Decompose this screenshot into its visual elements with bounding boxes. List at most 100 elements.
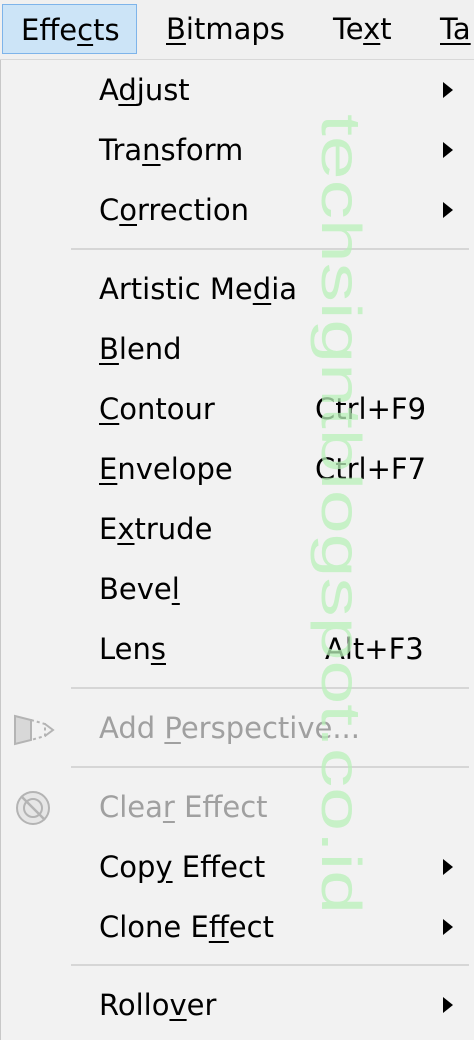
label-part: A (99, 73, 119, 107)
label-part: ia (271, 272, 298, 306)
label-mnemonic: s (150, 632, 166, 666)
label-part: rrection (137, 193, 250, 227)
menu-item-artistic-media-label: Artistic Media (99, 259, 297, 319)
menu-item-rollover[interactable]: Rollover (1, 975, 474, 1035)
submenu-arrow-icon (443, 859, 453, 875)
label-part: Add (99, 711, 165, 745)
shortcut-contour: Ctrl+F9 (315, 392, 427, 426)
menu-item-clear-effect: Clear Effect (1, 777, 474, 837)
menu-item-clone-effect[interactable]: Clone Effect (1, 897, 474, 957)
menu-item-add-perspective: Add Perspective... (1, 698, 474, 758)
label-part: sform (160, 133, 244, 167)
label-part: C (99, 193, 120, 227)
menu-item-artistic-media[interactable]: Artistic Media (1, 259, 474, 319)
menu-item-transform-label: Transform (99, 120, 243, 180)
menu-item-adjust[interactable]: Adjust (1, 60, 474, 120)
menu-item-lens[interactable]: Lens Alt+F3 (1, 619, 474, 679)
submenu-arrow-icon (443, 82, 453, 98)
menu-bitmaps[interactable]: Bitmaps (166, 4, 285, 54)
menu-item-transform[interactable]: Transform (1, 120, 474, 180)
menu-bar: Effects Bitmaps Text Ta (0, 0, 474, 60)
label-part: Clea (99, 790, 163, 824)
label-part: ontour (119, 392, 215, 426)
menu-effects-label-b: ts (93, 13, 120, 47)
label-mnemonic: l (171, 572, 180, 606)
label-part: Tra (99, 133, 143, 167)
menu-separator (71, 687, 469, 689)
menu-item-bevel-label: Bevel (99, 559, 180, 619)
menu-item-correction[interactable]: Correction (1, 180, 474, 240)
label-mnemonic: E (99, 452, 118, 486)
label-part: Beve (99, 572, 172, 606)
menu-item-rollover-label: Rollover (99, 975, 216, 1035)
label-part: er (186, 988, 217, 1022)
label-part: fect (228, 910, 274, 944)
menu-separator (71, 248, 469, 250)
label-part: Cop (99, 850, 156, 884)
label-part: trude (134, 512, 213, 546)
label-part: Artistic Me (99, 272, 253, 306)
menu-text-label-a: Te (333, 12, 364, 46)
label-part: Rollo (99, 988, 170, 1022)
label-part: just (136, 73, 190, 107)
clear-effect-icon (16, 791, 50, 825)
menu-effects-label-a: Effe (21, 13, 78, 47)
label-mnemonic: y (155, 850, 173, 884)
submenu-arrow-icon (443, 919, 453, 935)
perspective-icon (14, 714, 55, 746)
label-mnemonic: B (99, 332, 119, 366)
menu-table-mnemonic: Ta (440, 12, 471, 46)
label-part: Clone E (99, 910, 209, 944)
menu-item-contour[interactable]: Contour Ctrl+F9 (1, 379, 474, 439)
menu-item-lens-label: Lens (99, 619, 166, 679)
menu-item-extrude-label: Extrude (99, 499, 212, 559)
menu-item-correction-label: Correction (99, 180, 249, 240)
shortcut-lens: Alt+F3 (325, 632, 424, 666)
label-part: lend (118, 332, 182, 366)
label-mnemonic: C (99, 392, 120, 426)
menu-item-envelope-label: Envelope (99, 439, 233, 499)
menu-table[interactable]: Ta (440, 4, 471, 54)
menu-text[interactable]: Text (333, 4, 392, 54)
menu-effects[interactable]: Effects (2, 4, 137, 54)
label-mnemonic: P (164, 711, 181, 745)
label-mnemonic: x (117, 512, 135, 546)
menu-text-mnemonic: x (363, 12, 381, 46)
label-part: erspective... (180, 711, 360, 745)
submenu-arrow-icon (443, 142, 453, 158)
effects-dropdown-menu: Adjust Transform Correction Artistic Med… (0, 60, 474, 1040)
menu-item-copy-effect-label: Copy Effect (99, 837, 265, 897)
menu-item-contour-label: Contour (99, 379, 215, 439)
menu-item-bevel[interactable]: Bevel (1, 559, 474, 619)
label-part: Effect (174, 790, 268, 824)
label-mnemonic: v (169, 988, 187, 1022)
label-mnemonic: r (162, 790, 175, 824)
menu-item-add-perspective-label: Add Perspective... (99, 698, 360, 758)
label-mnemonic: d (118, 73, 137, 107)
menu-item-clear-effect-label: Clear Effect (99, 777, 268, 837)
shortcut-envelope: Ctrl+F7 (315, 452, 427, 486)
menu-separator (71, 766, 469, 768)
label-mnemonic: n (142, 133, 161, 167)
menu-item-copy-effect[interactable]: Copy Effect (1, 837, 474, 897)
label-part: E (99, 512, 118, 546)
menu-item-extrude[interactable]: Extrude (1, 499, 474, 559)
label-part: Effect (172, 850, 266, 884)
menu-bitmaps-label-b: itmaps (185, 12, 285, 46)
menu-text-label-b: t (380, 12, 392, 46)
label-part: nvelope (117, 452, 233, 486)
menu-item-adjust-label: Adjust (99, 60, 190, 120)
menu-item-blend-label: Blend (99, 319, 182, 379)
label-mnemonic: f (208, 910, 229, 944)
submenu-arrow-icon (443, 997, 453, 1013)
menu-item-clone-effect-label: Clone Effect (99, 897, 274, 957)
menu-bitmaps-mnemonic: B (166, 12, 186, 46)
menu-separator (71, 964, 469, 966)
label-mnemonic: o (119, 193, 137, 227)
menu-item-blend[interactable]: Blend (1, 319, 474, 379)
label-part: Len (99, 632, 151, 666)
menu-effects-mnemonic: c (77, 13, 94, 47)
submenu-arrow-icon (443, 202, 453, 218)
label-mnemonic: d (252, 272, 272, 306)
menu-item-envelope[interactable]: Envelope Ctrl+F7 (1, 439, 474, 499)
